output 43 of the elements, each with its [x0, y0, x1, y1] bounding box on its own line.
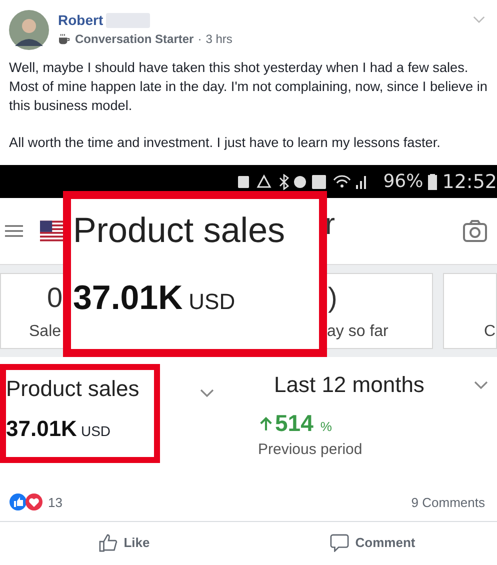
app-title: r: [325, 208, 336, 242]
metric-title: Product sales: [6, 376, 140, 402]
thumbs-up-icon: [98, 532, 118, 552]
comparison-caption: Previous period: [258, 441, 364, 458]
currency-unit: USD: [80, 423, 111, 439]
callout-value: 37.01K: [73, 279, 183, 318]
chevron-down-icon[interactable]: [474, 381, 488, 389]
post-text: Well, maybe I should have taken this shot yesterday when I had a few sales. Most of mine happen late in the day. I'm not complaining, now, since I believe in this business model.: [9, 59, 488, 115]
change-value: 514: [275, 410, 314, 437]
stat-label: Sale: [29, 323, 62, 341]
stat-card[interactable]: 0 Sale: [0, 273, 63, 349]
currency-unit: USD: [188, 289, 236, 315]
separator-dot: ·: [198, 32, 202, 46]
post-text: All worth the time and investment. I just have to learn my lessons faster.: [9, 134, 442, 152]
battery-percentage: 96%: [383, 171, 424, 192]
period-selector[interactable]: Last 12 months: [274, 372, 424, 398]
stat-value: ): [327, 281, 338, 315]
reaction-count[interactable]: 13: [48, 494, 412, 510]
status-time: 12:52: [442, 170, 497, 192]
member-status-label: Conversation Starter: [75, 32, 194, 46]
stat-card[interactable]: ) ay so far: [327, 273, 433, 349]
menu-icon[interactable]: [5, 224, 23, 238]
like-button[interactable]: Like: [0, 522, 248, 562]
arrow-up-icon: [260, 416, 272, 431]
redacted-bar: [106, 12, 150, 28]
percent-unit: %: [320, 419, 332, 434]
comment-button[interactable]: Comment: [248, 522, 497, 562]
callout-title: Product sales: [73, 211, 286, 251]
comments-link[interactable]: 9 Comments: [411, 494, 485, 510]
avatar-icon[interactable]: [9, 10, 49, 50]
stat-label: C: [484, 323, 496, 341]
chevron-down-icon[interactable]: [200, 389, 214, 397]
post-time[interactable]: 3 hrs: [206, 32, 232, 46]
speech-bubble-icon: [330, 532, 350, 552]
coffee-cup-icon: [58, 34, 71, 44]
stat-card[interactable]: C: [443, 273, 497, 349]
battery-icon: [428, 174, 438, 190]
stat-value: 0: [46, 281, 63, 315]
metric-value: 37.01K: [6, 416, 77, 442]
stat-label: ay so far: [327, 323, 390, 341]
author-name[interactable]: Robert: [58, 12, 104, 28]
camera-icon[interactable]: [463, 220, 487, 242]
reaction-icons-drawing[interactable]: [9, 493, 43, 511]
